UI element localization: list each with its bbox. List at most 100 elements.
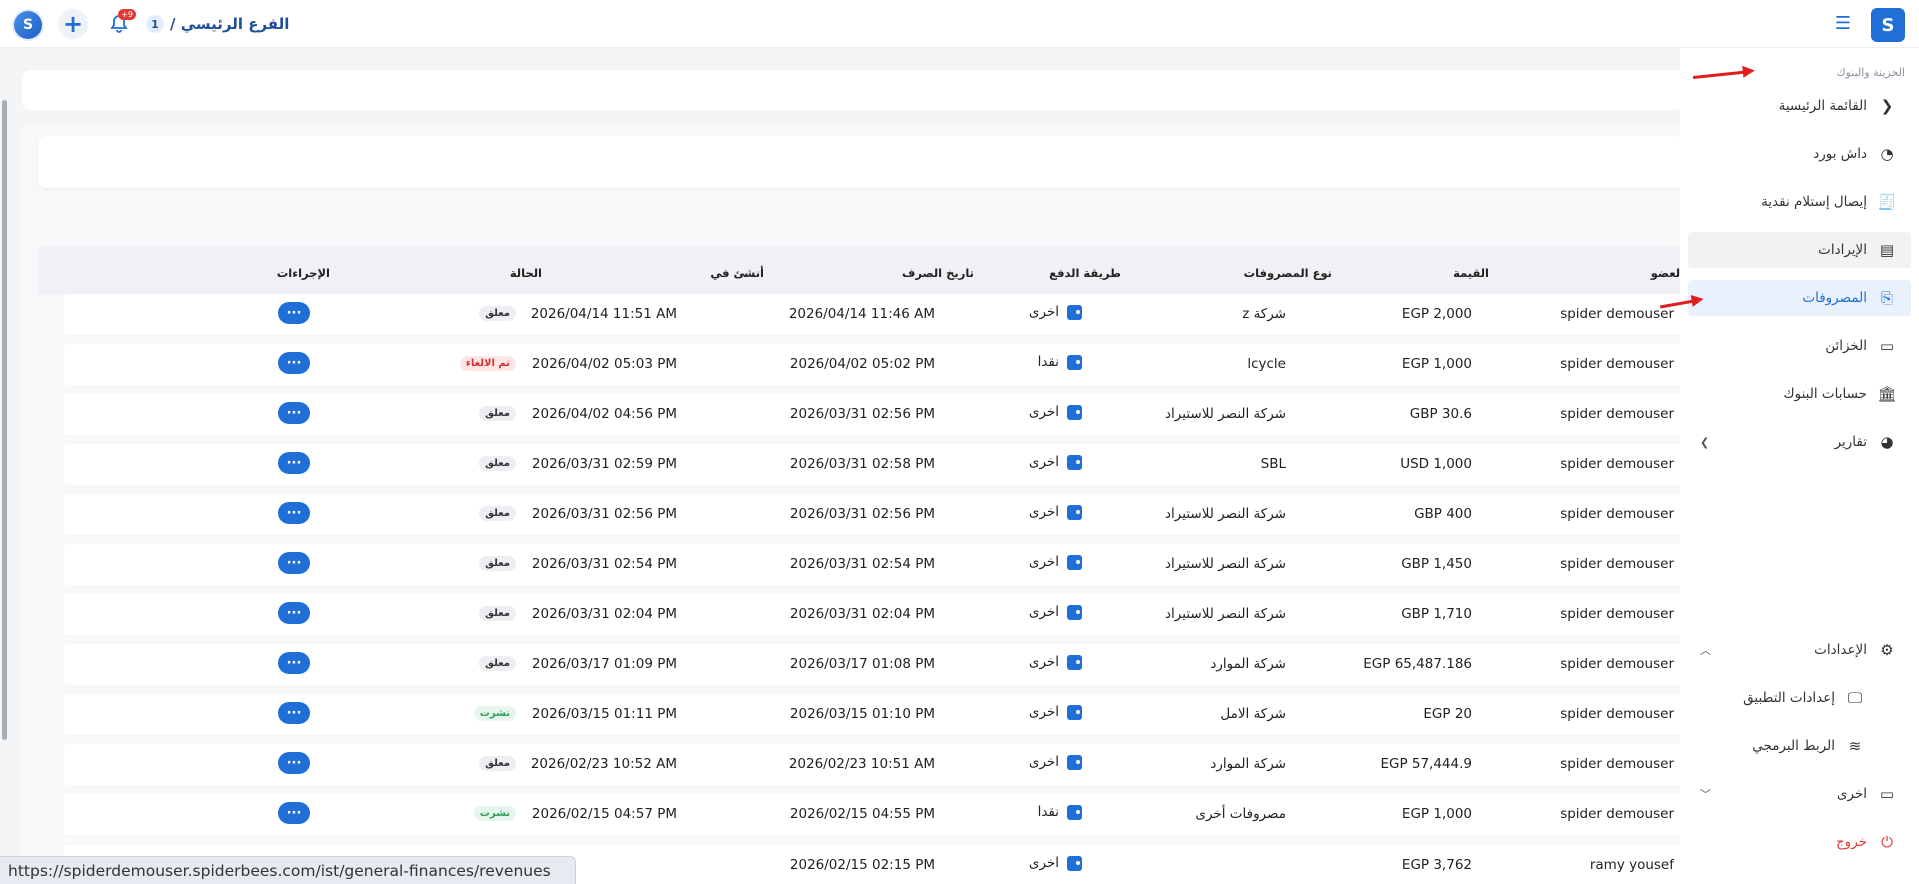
- payment-method-label: اخرى: [1028, 554, 1059, 570]
- payment-method-label: اخرى: [1028, 855, 1059, 871]
- sidebar-item-api-integration[interactable]: ≋ الربط البرمجي: [1688, 728, 1879, 764]
- table-row[interactable]: spider demouser GBP 1,450 شركة النصر للاست…: [64, 544, 1684, 585]
- sidebar-item-settings[interactable]: ⚙ الإعدادات ︿: [1688, 632, 1911, 668]
- cell-payment-method: اخرى: [1029, 754, 1082, 770]
- row-actions-button[interactable]: ···: [278, 602, 310, 624]
- row-actions-button[interactable]: ···: [278, 502, 310, 524]
- cell-created-at: 2026/04/02 05:03 PM: [531, 356, 677, 372]
- cell-created-at: 2026/02/15 04:57 PM: [531, 806, 677, 822]
- user-avatar[interactable]: S: [14, 11, 42, 39]
- row-actions-button[interactable]: ···: [278, 402, 310, 424]
- sidebar-item-main-menu[interactable]: ❮ القائمة الرئيسية: [1688, 88, 1911, 124]
- report-icon: ◕: [1880, 433, 1894, 451]
- wallet-icon: [1067, 304, 1082, 320]
- sidebar-item-label: حسابات البنوك: [1783, 386, 1868, 402]
- cell-spend-date: 2026/03/17 01:08 PM: [789, 656, 935, 672]
- col-spend-date[interactable]: تاريخ الصرف: [902, 266, 974, 280]
- chevron-down-icon: ❯: [1700, 435, 1710, 449]
- cell-created-at: 2026/04/02 04:56 PM: [531, 406, 677, 422]
- cell-expense-type: شركة الموارد: [1210, 656, 1286, 672]
- col-value[interactable]: القيمة: [1453, 266, 1489, 280]
- row-actions-button[interactable]: ···: [278, 552, 310, 574]
- cell-spend-date: 2026/02/15 02:15 PM: [789, 857, 935, 873]
- col-actions: الإجراءات: [276, 266, 330, 280]
- cell-payment-method: نقدا: [1038, 804, 1082, 820]
- status-badge: نشرت: [473, 806, 516, 821]
- col-payment-method[interactable]: طريقة الدفع: [1049, 266, 1121, 280]
- sidebar-item-label: الإعدادات: [1814, 642, 1867, 658]
- sidebar-item-safes[interactable]: ▭ الخزائن: [1688, 328, 1911, 364]
- col-status[interactable]: الحالة: [510, 266, 542, 280]
- cell-payment-method: اخرى: [1029, 654, 1082, 670]
- sidebar-item-revenues[interactable]: ▤ الإيرادات: [1688, 232, 1911, 268]
- table-row[interactable]: spider demouser EGP 57,444.9 شركة الموارد ا…: [64, 744, 1684, 785]
- payment-method-label: نقدا: [1037, 804, 1059, 820]
- cell-payment-method: اخرى: [1029, 404, 1082, 420]
- scrollbar-track[interactable]: [0, 48, 8, 884]
- table-row[interactable]: spider demouser EGP 20 شركة الامل اخرى 2026/…: [64, 694, 1684, 735]
- sidebar-item-cash-receipt[interactable]: 🧾 إيصال إستلام نقدية: [1688, 184, 1911, 220]
- row-actions-button[interactable]: ···: [278, 752, 310, 774]
- cell-value: EGP 3,762: [1401, 857, 1472, 873]
- notifications-button[interactable]: +9: [106, 9, 136, 37]
- sidebar-item-dashboard[interactable]: ◔ داش بورد: [1688, 136, 1911, 172]
- cell-member: spider demouser: [1560, 756, 1674, 772]
- sidebar-item-label: خروج: [1835, 834, 1867, 850]
- cell-payment-method: اخرى: [1029, 454, 1082, 470]
- col-expense-type[interactable]: نوع المصروفات: [1244, 266, 1332, 280]
- cell-member: spider demouser: [1560, 406, 1674, 422]
- cell-value: GBP 1,450: [1401, 556, 1472, 572]
- row-actions-button[interactable]: ···: [278, 702, 310, 724]
- cell-spend-date: 2026/03/31 02:58 PM: [789, 456, 935, 472]
- payment-method-label: اخرى: [1028, 404, 1059, 420]
- col-member[interactable]: العضو: [1651, 266, 1684, 280]
- menu-toggle-icon[interactable]: ☰: [1833, 14, 1853, 34]
- sidebar-item-other[interactable]: ▭ اخرى ﹀: [1688, 776, 1911, 812]
- cell-expense-type: شركة النصر للاستيراد: [1165, 406, 1286, 422]
- row-actions-button[interactable]: ···: [278, 802, 310, 824]
- table-row[interactable]: spider demouser GBP 1,710 شركة النصر للاست…: [64, 594, 1684, 635]
- cell-payment-method: اخرى: [1029, 304, 1082, 320]
- cell-member: spider demouser: [1560, 556, 1674, 572]
- table-row[interactable]: spider demouser USD 1,000 SBL اخرى 2026/03/3…: [64, 444, 1684, 485]
- payment-method-label: اخرى: [1028, 454, 1059, 470]
- cell-value: GBP 1,710: [1401, 606, 1472, 622]
- wallet-icon: [1067, 704, 1082, 720]
- chevron-left-icon: ❮: [1880, 97, 1894, 115]
- table-row[interactable]: spider demouser GBP 30.6 شركة النصر للاستي…: [64, 394, 1684, 435]
- cell-member: spider demouser: [1560, 806, 1674, 822]
- sidebar-item-app-settings[interactable]: 🖵 إعدادات التطبيق: [1688, 680, 1879, 716]
- cell-payment-method: اخرى: [1029, 554, 1082, 570]
- add-button[interactable]: +: [58, 9, 88, 39]
- expense-icon: ⎘: [1881, 289, 1894, 307]
- sidebar: الخزينة والبنوك ❮ القائمة الرئيسية ◔ داش…: [1680, 48, 1919, 884]
- sidebar-item-bank-accounts[interactable]: 🏛 حسابات البنوك: [1688, 376, 1911, 412]
- app-logo[interactable]: S: [1871, 8, 1905, 42]
- row-actions-button[interactable]: ···: [278, 452, 310, 474]
- logout-button[interactable]: ⏻ خروج: [1688, 824, 1911, 860]
- sidebar-item-expenses[interactable]: ⎘ المصروفات: [1688, 280, 1911, 316]
- table-row[interactable]: spider demouser EGP 2,000 شركة z اخرى 2026/0…: [64, 294, 1684, 335]
- expenses-table: العضو القيمة نوع المصروفات طريقة الدفع ت…: [38, 246, 1684, 884]
- col-created-at[interactable]: أنشئ في: [710, 266, 764, 280]
- sidebar-item-reports[interactable]: ◕ تقارير ❯: [1688, 424, 1911, 460]
- cell-created-at: 2026/03/15 01:11 PM: [531, 706, 677, 722]
- scrollbar-thumb[interactable]: [2, 100, 7, 740]
- payment-method-label: اخرى: [1028, 754, 1059, 770]
- wallet-icon: [1067, 504, 1082, 520]
- payment-method-label: اخرى: [1028, 654, 1059, 670]
- table-row[interactable]: spider demouser GBP 400 شركة النصر للاستير…: [64, 494, 1684, 535]
- table-row[interactable]: spider demouser EGP 1,000 مصروفات أخرى نقدا…: [64, 794, 1684, 835]
- row-actions-button[interactable]: ···: [278, 652, 310, 674]
- row-actions-button[interactable]: ···: [278, 352, 310, 374]
- branch-number: 1: [146, 15, 164, 33]
- row-actions-button[interactable]: ···: [278, 302, 310, 324]
- sidebar-item-label: إيصال إستلام نقدية: [1761, 194, 1867, 210]
- cell-spend-date: 2026/02/23 10:51 AM: [788, 756, 935, 772]
- branch-selector[interactable]: الفرع الرئيسي / 1: [146, 13, 289, 35]
- cell-payment-method: اخرى: [1029, 704, 1082, 720]
- cell-expense-type: SBL: [1260, 456, 1286, 472]
- table-row[interactable]: spider demouser EGP 1,000 lcycle نقدا 2026/0…: [64, 344, 1684, 385]
- table-row[interactable]: spider demouser EGP 65,487.186 شركة الموار…: [64, 644, 1684, 685]
- sidebar-item-label: القائمة الرئيسية: [1778, 98, 1867, 114]
